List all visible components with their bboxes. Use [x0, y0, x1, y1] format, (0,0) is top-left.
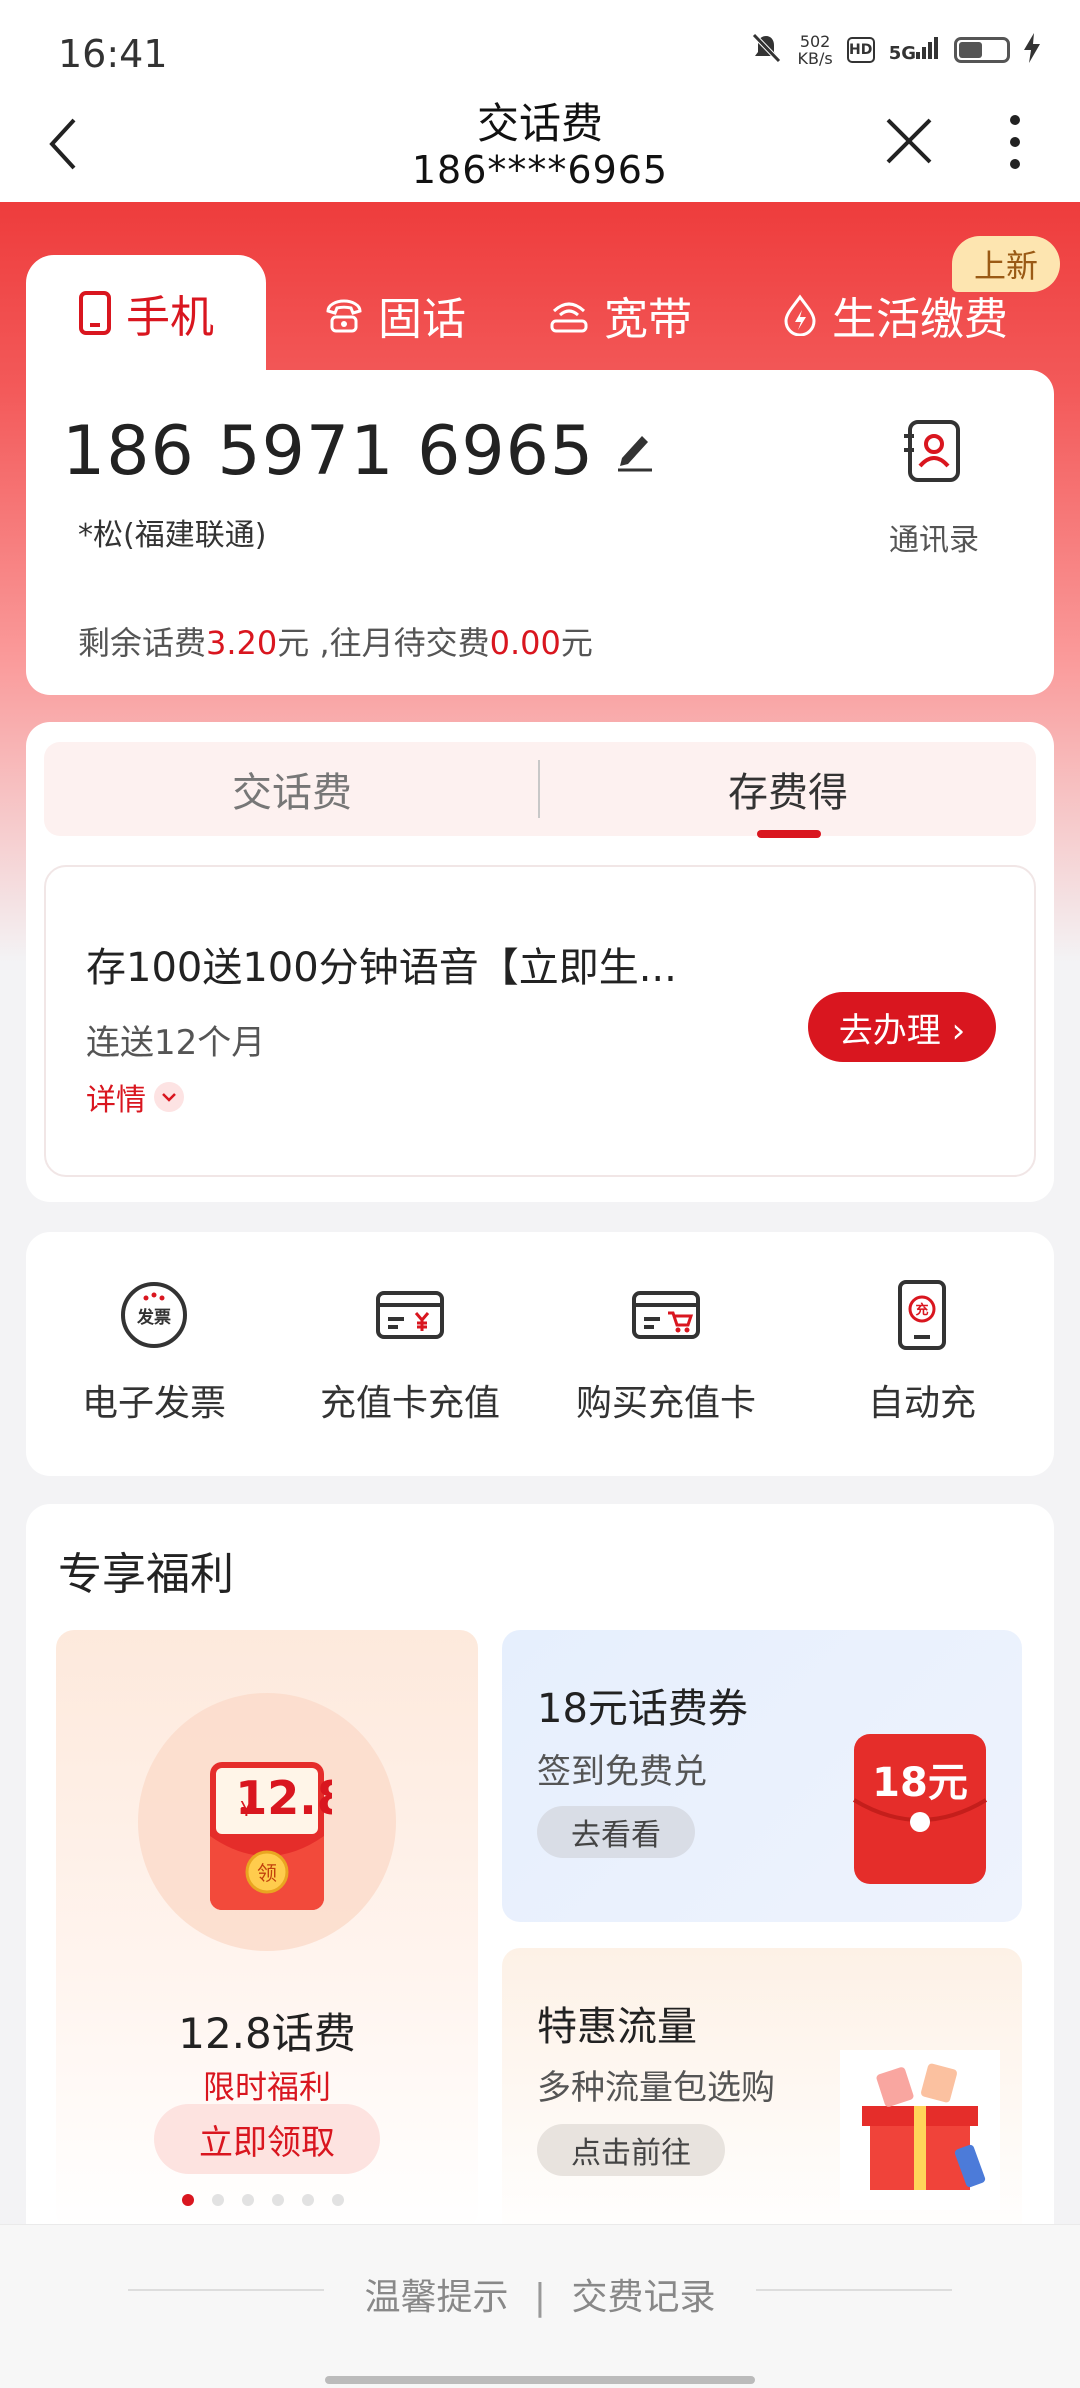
pending-value: 0.00: [489, 624, 561, 662]
contacts-button[interactable]: [900, 418, 964, 488]
net-speed: 502 KB/s: [797, 33, 832, 67]
subtab-indicator: [757, 830, 821, 838]
promo-coupon-button[interactable]: 去看看: [537, 1806, 695, 1858]
balance-value: 3.20: [206, 624, 278, 662]
carousel-dot[interactable]: [242, 2194, 254, 2206]
status-icons: 502 KB/s HD 5G: [749, 30, 1040, 70]
edit-number-button[interactable]: [614, 428, 656, 476]
carousel-dot[interactable]: [302, 2194, 314, 2206]
offer-detail-label: 详情: [86, 1083, 146, 1118]
carousel-dot[interactable]: [212, 2194, 224, 2206]
buy-card-icon: [628, 1280, 704, 1350]
close-icon: [886, 118, 932, 164]
home-indicator[interactable]: [325, 2376, 755, 2384]
coupon-image-text: 18元: [872, 1760, 968, 1806]
more-vertical-icon: [1010, 115, 1020, 169]
offer-desc: 连送12个月: [86, 1023, 266, 1063]
tab-phone-label: 手机: [126, 291, 214, 343]
battery-icon: [954, 37, 1010, 63]
quick-action-label: 自动充: [867, 1383, 976, 1424]
tab-landline-label: 固话: [378, 294, 466, 345]
offer-title: 存100送100分钟语音【立即生...: [86, 945, 677, 991]
close-button[interactable]: [884, 116, 934, 170]
mute-icon: [749, 31, 783, 69]
signal-icon: 5G: [888, 36, 940, 64]
phone-number[interactable]: 186 5971 6965: [62, 412, 594, 491]
carousel-dot[interactable]: [272, 2194, 284, 2206]
promo-left-title: 12.8话费: [178, 2009, 356, 2058]
tab-utility-label: 生活缴费: [832, 294, 1008, 345]
quick-action-card-recharge[interactable]: 充值卡充值: [282, 1280, 538, 1426]
chevron-down-icon: [154, 1082, 184, 1112]
benefits-title: 专享福利: [58, 1549, 234, 1600]
tab-broadband[interactable]: 宽带: [525, 265, 715, 365]
promo-coupon-subtitle: 签到免费兑: [537, 1752, 707, 1792]
envelope-amount: 12.8: [235, 1771, 332, 1825]
utility-icon: [784, 294, 816, 336]
pending-unit: 元: [560, 624, 593, 662]
balance-prefix: 剩余话费: [78, 624, 207, 662]
quick-action-invoice[interactable]: 发票 电子发票: [26, 1280, 282, 1426]
back-arrow-icon: [49, 118, 76, 170]
subtab-deposit[interactable]: 存费得: [540, 742, 1036, 836]
carousel-dot[interactable]: [182, 2194, 194, 2206]
promo-data-subtitle: 多种流量包选购: [537, 2068, 775, 2108]
quick-action-label: 充值卡充值: [319, 1383, 500, 1424]
net-speed-value: 502: [799, 32, 831, 51]
auto-recharge-icon: 充: [884, 1280, 960, 1350]
envelope-coin-text: 领: [257, 1861, 277, 1885]
promo-data-button[interactable]: 点击前往: [537, 2124, 725, 2176]
balance-info: 剩余话费3.20元 ,往月待交费0.00元: [78, 618, 593, 664]
contacts-icon: [904, 420, 960, 482]
invoice-icon: 发票: [116, 1280, 192, 1350]
pending-prefix: ,往月待交费: [309, 624, 490, 662]
quick-action-buy-card[interactable]: 购买充值卡: [538, 1280, 794, 1426]
carousel-dots: [182, 2194, 344, 2206]
operator-label: *松(福建联通): [78, 518, 267, 553]
broadband-icon: [550, 302, 588, 333]
invoice-icon-text: 发票: [136, 1307, 171, 1328]
status-time: 16:41: [58, 32, 168, 76]
promo-coupon-title: 18元话费券: [537, 1686, 748, 1732]
phone-icon: [79, 290, 111, 335]
recharge-card-icon: [372, 1280, 448, 1350]
edit-pencil-icon: [618, 436, 652, 472]
coupon-envelope-icon: 18元: [850, 1730, 990, 1894]
balance-unit: 元: [277, 624, 310, 662]
signal-label: 5G: [888, 42, 916, 64]
nav-bar: 交话费 186****6965: [0, 90, 1080, 202]
tab-phone[interactable]: 手机: [26, 255, 266, 370]
promo-data-title: 特惠流量: [537, 2004, 697, 2050]
contacts-label[interactable]: 通讯录: [870, 515, 998, 559]
bottom-separator: |: [533, 2277, 547, 2318]
quick-action-label: 电子发票: [81, 1383, 226, 1424]
quick-action-auto-recharge[interactable]: 充 自动充: [794, 1280, 1050, 1426]
payment-records-link[interactable]: 交费记录: [572, 2277, 716, 2318]
auto-recharge-icon-text: 充: [915, 1302, 928, 1318]
tips-link[interactable]: 温馨提示: [364, 2277, 508, 2318]
tab-landline[interactable]: 固话: [300, 265, 490, 365]
subtab-pay[interactable]: 交话费: [44, 742, 540, 836]
hd-icon: HD: [846, 37, 875, 63]
charging-icon: [1024, 33, 1040, 67]
bottom-links: 温馨提示 | 交费记录: [0, 2268, 1080, 2320]
quick-action-label: 购买充值卡: [575, 1383, 756, 1424]
landline-icon: [326, 299, 362, 333]
carousel-dot[interactable]: [332, 2194, 344, 2206]
more-button[interactable]: [1000, 112, 1030, 176]
offer-detail-toggle[interactable]: 详情: [86, 1075, 184, 1119]
claim-button[interactable]: 立即领取: [154, 2104, 380, 2174]
new-badge: 上新: [952, 236, 1060, 292]
red-envelope-icon: ¥ 12.8 领: [202, 1756, 349, 1920]
apply-button[interactable]: 去办理 ›: [808, 992, 996, 1062]
back-button[interactable]: [44, 114, 84, 178]
promo-left-subtitle: 限时福利: [202, 2068, 331, 2106]
gift-box-icon: [840, 2050, 1000, 2214]
net-speed-unit: KB/s: [797, 49, 833, 68]
tab-broadband-label: 宽带: [604, 294, 692, 345]
